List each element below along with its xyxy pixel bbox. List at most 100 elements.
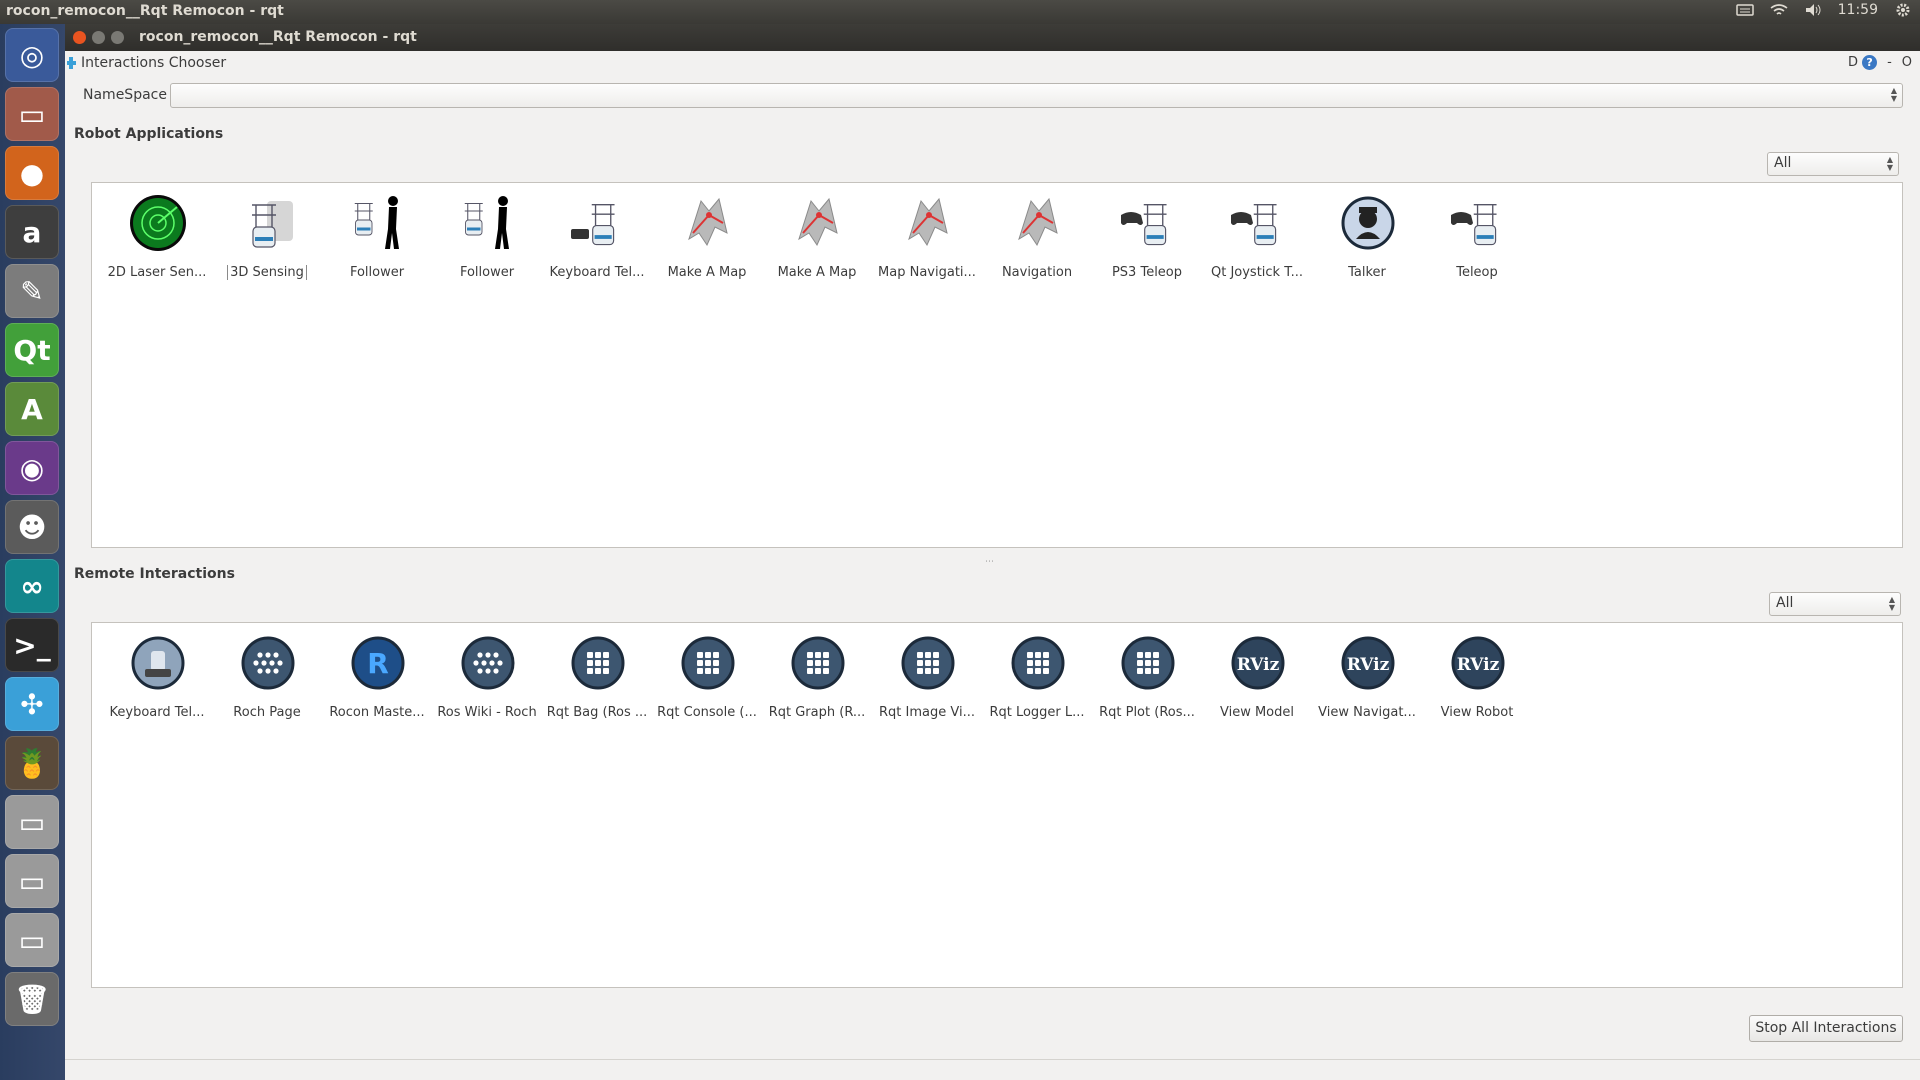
arduino-icon[interactable]: ∞ (5, 559, 59, 613)
plugin-icon (67, 57, 76, 69)
remote-interaction-item[interactable]: Roch Page (212, 633, 322, 733)
remote-interaction-item[interactable]: Rqt Logger L... (982, 633, 1092, 733)
rviz-icon: RViz (1449, 633, 1507, 693)
plugin-minimize-button[interactable]: - (1887, 55, 1892, 70)
ubuntu-dash-icon-glyph: ◎ (19, 38, 45, 72)
remote-interaction-item[interactable]: R Rocon Maste... (322, 633, 432, 733)
robot-app-item[interactable]: Talker (1312, 193, 1422, 293)
remote-interaction-item[interactable]: Rqt Image Vi... (872, 633, 982, 733)
remote-interactions-filter-value: All (1776, 595, 1794, 611)
plugin-header: Interactions Chooser D ? - O (65, 51, 1920, 77)
map-icon (789, 193, 847, 253)
remote-interactions-filter[interactable]: All ▲ ▼ (1769, 592, 1901, 616)
robot-app-item[interactable]: Teleop (1422, 193, 1532, 293)
keyboard-icon[interactable] (1735, 2, 1754, 18)
stop-all-interactions-button[interactable]: Stop All Interactions (1749, 1015, 1903, 1042)
debug-toggle[interactable]: D (1848, 55, 1858, 70)
drive-icon-1[interactable]: ▭ (5, 795, 59, 849)
files-icon[interactable]: ▭ (5, 87, 59, 141)
remote-interaction-item-label: View Model (1219, 705, 1294, 720)
clock[interactable]: 11:59 (1838, 2, 1878, 18)
trash-icon-glyph: 🗑 (14, 982, 50, 1016)
remote-interaction-item[interactable]: Rqt Bag (Ros ... (542, 633, 652, 733)
rqt-icon[interactable]: ✣ (5, 677, 59, 731)
drive-icon-3[interactable]: ▭ (5, 913, 59, 967)
robot-app-item[interactable]: Follower (432, 193, 542, 293)
remote-interaction-item[interactable]: RViz View Robot (1422, 633, 1532, 733)
drive-icon-1-glyph: ▭ (18, 805, 46, 839)
gear-icon[interactable] (1894, 2, 1912, 18)
dots-grid-icon (1119, 633, 1177, 693)
android-studio-icon[interactable]: A (5, 382, 59, 436)
robot-app-item-label: Talker (1348, 265, 1386, 280)
help-icon[interactable]: ? (1862, 55, 1878, 70)
settings-icon[interactable]: ✎ (5, 264, 59, 318)
screencast-icon-glyph: ◉ (19, 451, 45, 485)
terminal-icon[interactable]: >_ (5, 618, 59, 672)
robot-app-item-label: Make A Map (777, 265, 857, 280)
terminal-icon-glyph: >_ (13, 628, 51, 662)
robot-app-item[interactable]: Qt Joystick T... (1202, 193, 1312, 293)
robot-app-item[interactable]: Make A Map (652, 193, 762, 293)
robot-app-item-label: Follower (349, 265, 405, 280)
radar-icon (129, 193, 187, 253)
wifi-icon[interactable] (1770, 2, 1788, 18)
splitter-handle[interactable]: ⋯ (985, 557, 995, 567)
robot-icon (239, 193, 297, 253)
qt-creator-icon[interactable]: Qt (5, 323, 59, 377)
robot-app-item[interactable]: Follower (322, 193, 432, 293)
plugin-close-button[interactable]: O (1902, 55, 1912, 70)
close-window-button[interactable] (73, 31, 86, 44)
amazon-icon[interactable]: a (5, 205, 59, 259)
robot-applications-filter-value: All (1774, 155, 1792, 171)
robot-app-item-caption: 3D Sensing (212, 265, 322, 280)
remote-interaction-item[interactable]: Ros Wiki - Roch (432, 633, 542, 733)
remote-interaction-item-caption: View Model (1202, 705, 1312, 720)
remote-interaction-item[interactable]: Rqt Plot (Ros... (1092, 633, 1202, 733)
robot-app-item[interactable]: Map Navigati... (872, 193, 982, 293)
remote-interaction-item-caption: Rqt Image Vi... (872, 705, 982, 720)
window-titlebar[interactable]: rocon_remocon__Rqt Remocon - rqt (65, 24, 1920, 51)
svg-text:R: R (367, 647, 389, 680)
screencast-icon[interactable]: ◉ (5, 441, 59, 495)
svg-text:RViz: RViz (1237, 655, 1280, 675)
robot-applications-filter[interactable]: All ▲ ▼ (1767, 152, 1899, 176)
drive-icon-3-glyph: ▭ (18, 923, 46, 957)
robot-app-item[interactable]: PS3 Teleop (1092, 193, 1202, 293)
ubuntu-dash-icon[interactable]: ◎ (5, 28, 59, 82)
robot-app-item[interactable]: Make A Map (762, 193, 872, 293)
gamepad-robot-icon (1449, 193, 1507, 253)
minimize-window-button[interactable] (92, 31, 105, 44)
remote-interaction-item-caption: Rqt Console (... (652, 705, 762, 720)
robot-app-item-label: PS3 Teleop (1111, 265, 1183, 280)
remote-interaction-item[interactable]: RViz View Navigat... (1312, 633, 1422, 733)
gamepad-robot-icon (1119, 193, 1177, 253)
drive-icon-2[interactable]: ▭ (5, 854, 59, 908)
updown-arrows-icon: ▲ ▼ (1890, 86, 1897, 103)
robot-app-item[interactable]: Keyboard Tel... (542, 193, 652, 293)
volume-icon[interactable] (1804, 2, 1822, 18)
gimp-icon[interactable]: ☻ (5, 500, 59, 554)
robot-app-item[interactable]: 2D Laser Sen... (102, 193, 212, 293)
maximize-window-button[interactable] (111, 31, 124, 44)
robot-app-item-caption: Make A Map (652, 265, 762, 280)
remote-interactions-title: Remote Interactions (74, 566, 235, 582)
namespace-combobox[interactable]: ▲ ▼ (170, 83, 1903, 108)
status-divider (65, 1059, 1920, 1060)
firefox-icon[interactable]: ● (5, 146, 59, 200)
robot-app-item-caption: Teleop (1422, 265, 1532, 280)
robot-app-item-label: Navigation (1001, 265, 1073, 280)
remote-interaction-item[interactable]: Rqt Console (... (652, 633, 762, 733)
active-window-title: rocon_remocon__Rqt Remocon - rqt (6, 3, 284, 19)
remote-interaction-item[interactable]: RViz View Model (1202, 633, 1312, 733)
robot-app-item[interactable]: 3D Sensing (212, 193, 322, 293)
robot-app-item-caption: 2D Laser Sen... (102, 265, 212, 280)
remote-interaction-item[interactable]: Rqt Graph (R... (762, 633, 872, 733)
keyboard-remote-icon (129, 633, 187, 693)
drinks-icon[interactable]: 🍍 (5, 736, 59, 790)
remote-interaction-item[interactable]: Keyboard Tel... (102, 633, 212, 733)
trash-icon[interactable]: 🗑 (5, 972, 59, 1026)
map-icon (679, 193, 737, 253)
robot-app-item[interactable]: Navigation (982, 193, 1092, 293)
robot-app-item-label: Keyboard Tel... (549, 265, 645, 280)
